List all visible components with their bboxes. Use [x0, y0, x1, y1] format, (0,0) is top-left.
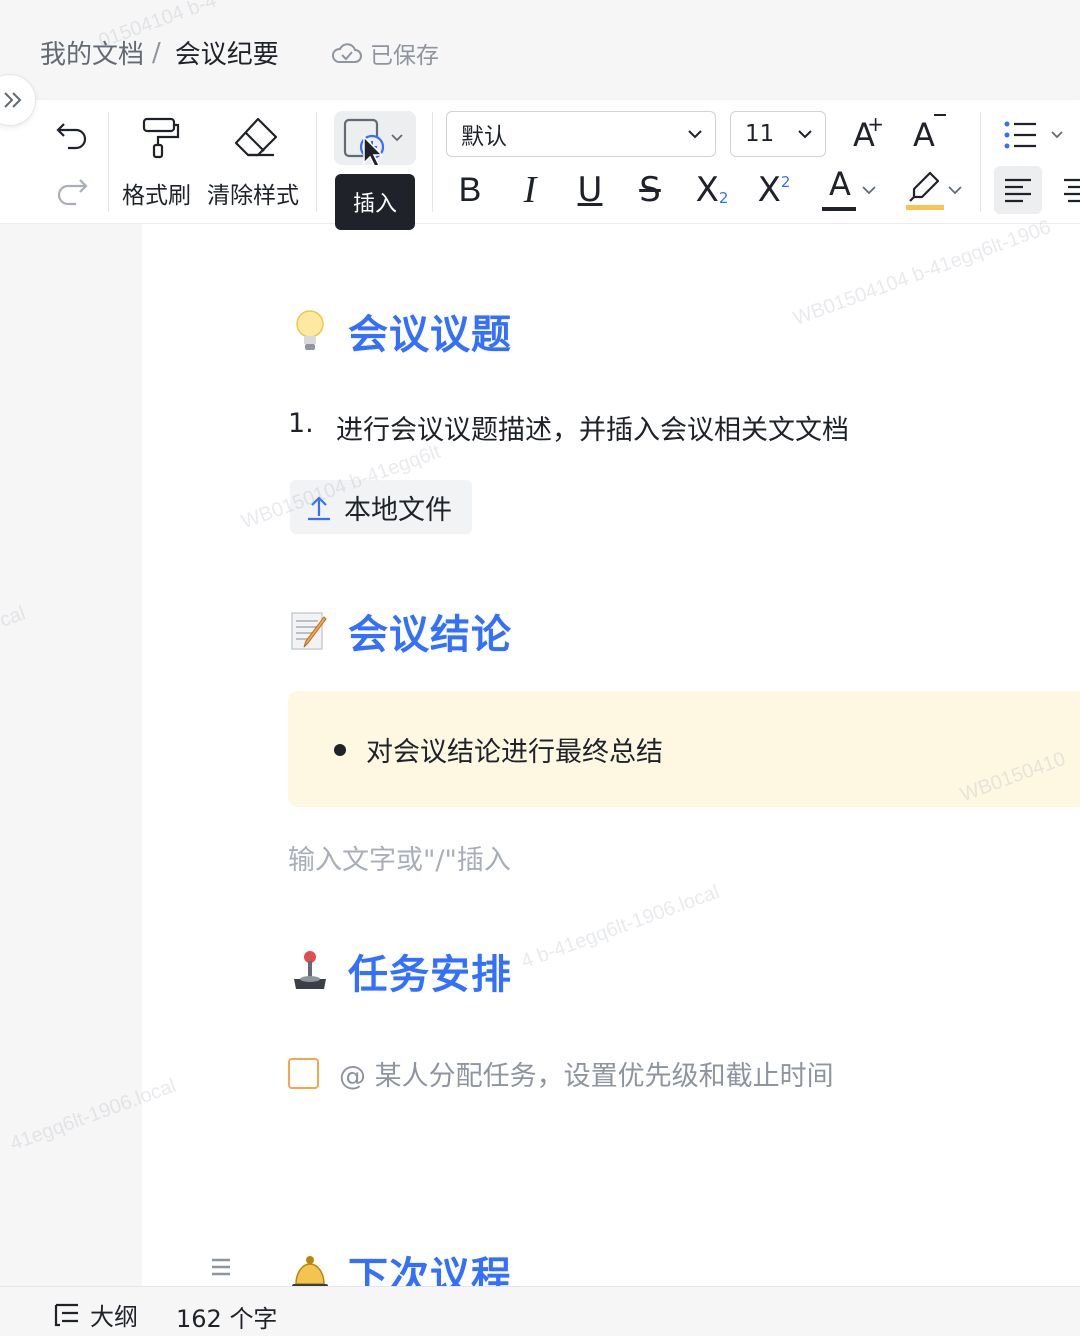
font-color-button[interactable]: A	[814, 160, 884, 220]
align-left-icon	[1005, 178, 1031, 203]
toolbar-divider	[432, 112, 433, 212]
breadcrumb-parent[interactable]: 我的文档	[40, 34, 144, 71]
bullet-list-item[interactable]: 对会议结论进行最终总结	[334, 730, 663, 769]
strikethrough-glyph: S	[639, 170, 661, 210]
plus-icon: +	[867, 112, 884, 136]
subscript-button[interactable]: X 2	[690, 160, 734, 220]
drag-handle-icon[interactable]	[210, 1256, 232, 1282]
list-style-button[interactable]	[998, 114, 1068, 156]
insert-tooltip: 插入	[335, 174, 415, 230]
strikethrough-button[interactable]: S	[630, 160, 670, 220]
breadcrumb: 我的文档 / 会议纪要	[40, 34, 279, 71]
left-pane	[0, 224, 142, 1286]
align-center-button[interactable]	[1056, 160, 1080, 220]
cloud-check-icon	[332, 43, 362, 63]
top-bar: 我的文档 / 会议纪要 已保存	[0, 0, 1080, 100]
format-painter-icon	[142, 117, 180, 159]
outline-label: 大纲	[90, 1303, 138, 1331]
font-size-value: 11	[745, 121, 775, 147]
chevron-down-icon	[798, 130, 812, 139]
outline-icon	[54, 1303, 78, 1326]
double-chevron-right-icon	[4, 92, 22, 108]
superscript-glyph: X	[757, 170, 781, 210]
subscript-mark: 2	[718, 189, 729, 207]
document-title[interactable]: 会议纪要	[175, 34, 279, 71]
breadcrumb-separator: /	[152, 37, 161, 68]
bold-glyph: B	[458, 170, 482, 209]
underline-glyph: U	[577, 170, 603, 210]
font-color-icon: A	[820, 165, 860, 215]
outline-button[interactable]: 大纲	[52, 1297, 138, 1332]
list-number: 1.	[288, 408, 314, 439]
save-status: 已保存	[330, 36, 439, 70]
insert-icon	[343, 118, 403, 165]
section-title: 会议议题	[348, 312, 512, 358]
undo-icon	[56, 123, 87, 150]
section-heading-topics[interactable]: 会议议题	[288, 302, 512, 360]
todo-checkbox[interactable]	[288, 1058, 319, 1089]
local-file-label: 本地文件	[344, 494, 452, 526]
lightbulb-icon	[288, 309, 332, 353]
memo-icon	[288, 609, 332, 653]
eraser-icon	[234, 117, 278, 157]
word-count: 162 个字	[176, 1305, 278, 1333]
format-painter-button[interactable]	[130, 114, 186, 162]
clear-style-label: 清除样式	[207, 183, 299, 209]
text-style-select[interactable]: 默认	[446, 111, 716, 157]
redo-icon	[57, 179, 88, 206]
italic-glyph: I	[523, 169, 537, 211]
list-item-text: 进行会议议题描述，并插入会议相关文文档	[336, 415, 849, 446]
local-file-button[interactable]: 本地文件	[290, 480, 472, 534]
font-size-decrease-button[interactable]: A	[902, 114, 946, 156]
section-title: 会议结论	[348, 612, 512, 658]
text-style-value: 默认	[461, 124, 507, 150]
italic-button[interactable]: I	[510, 160, 550, 220]
underline-button[interactable]: U	[570, 160, 610, 220]
bullet-text: 对会议结论进行最终总结	[366, 737, 663, 768]
font-size-increase-button[interactable]: A +	[842, 112, 886, 156]
ordered-list-item[interactable]: 1. 进行会议议题描述，并插入会议相关文文档	[288, 408, 849, 447]
section-title: 任务安排	[348, 952, 512, 998]
highlighter-icon	[906, 171, 944, 210]
undo-button[interactable]	[50, 114, 94, 156]
subscript-glyph: X	[695, 170, 719, 210]
insert-button[interactable]	[334, 111, 416, 165]
font-decrease-glyph: A	[913, 116, 935, 154]
chevron-down-icon	[688, 130, 702, 139]
toolbar-divider	[980, 112, 981, 212]
editor-toolbar: 格式刷 清除样式 默认 11 A + A B I U S X 2 X 2 A	[0, 100, 1080, 224]
minus-icon	[934, 114, 946, 116]
todo-item[interactable]: @ 某人分配任务，设置优先级和截止时间	[288, 1054, 834, 1093]
section-heading-tasks[interactable]: 任务安排	[288, 942, 512, 1000]
superscript-button[interactable]: X 2	[752, 160, 796, 220]
font-size-select[interactable]: 11	[730, 111, 826, 157]
bold-button[interactable]: B	[450, 160, 490, 220]
empty-paragraph-placeholder[interactable]: 输入文字或"/"插入	[288, 838, 511, 877]
align-center-icon	[1064, 178, 1080, 203]
font-color-bar	[822, 207, 856, 211]
toolbar-divider	[316, 112, 317, 212]
save-status-text: 已保存	[370, 43, 439, 69]
bullet-dot	[334, 743, 346, 756]
todo-placeholder: @ 某人分配任务，设置优先级和截止时间	[339, 1061, 834, 1092]
chevron-down-icon	[862, 186, 876, 195]
section-heading-conclusion[interactable]: 会议结论	[288, 602, 512, 660]
redo-button[interactable]	[50, 170, 94, 212]
format-painter-label: 格式刷	[122, 183, 191, 209]
upload-icon	[308, 496, 330, 521]
chevron-down-icon	[948, 186, 962, 195]
joystick-icon	[288, 949, 332, 993]
superscript-mark: 2	[780, 173, 791, 191]
toolbar-divider	[108, 112, 109, 212]
highlight-button[interactable]	[898, 160, 970, 220]
status-bar: 大纲 162 个字	[0, 1286, 1080, 1336]
bullet-list-icon	[1004, 121, 1063, 149]
clear-style-button[interactable]	[228, 114, 284, 162]
align-left-button[interactable]	[994, 166, 1042, 214]
